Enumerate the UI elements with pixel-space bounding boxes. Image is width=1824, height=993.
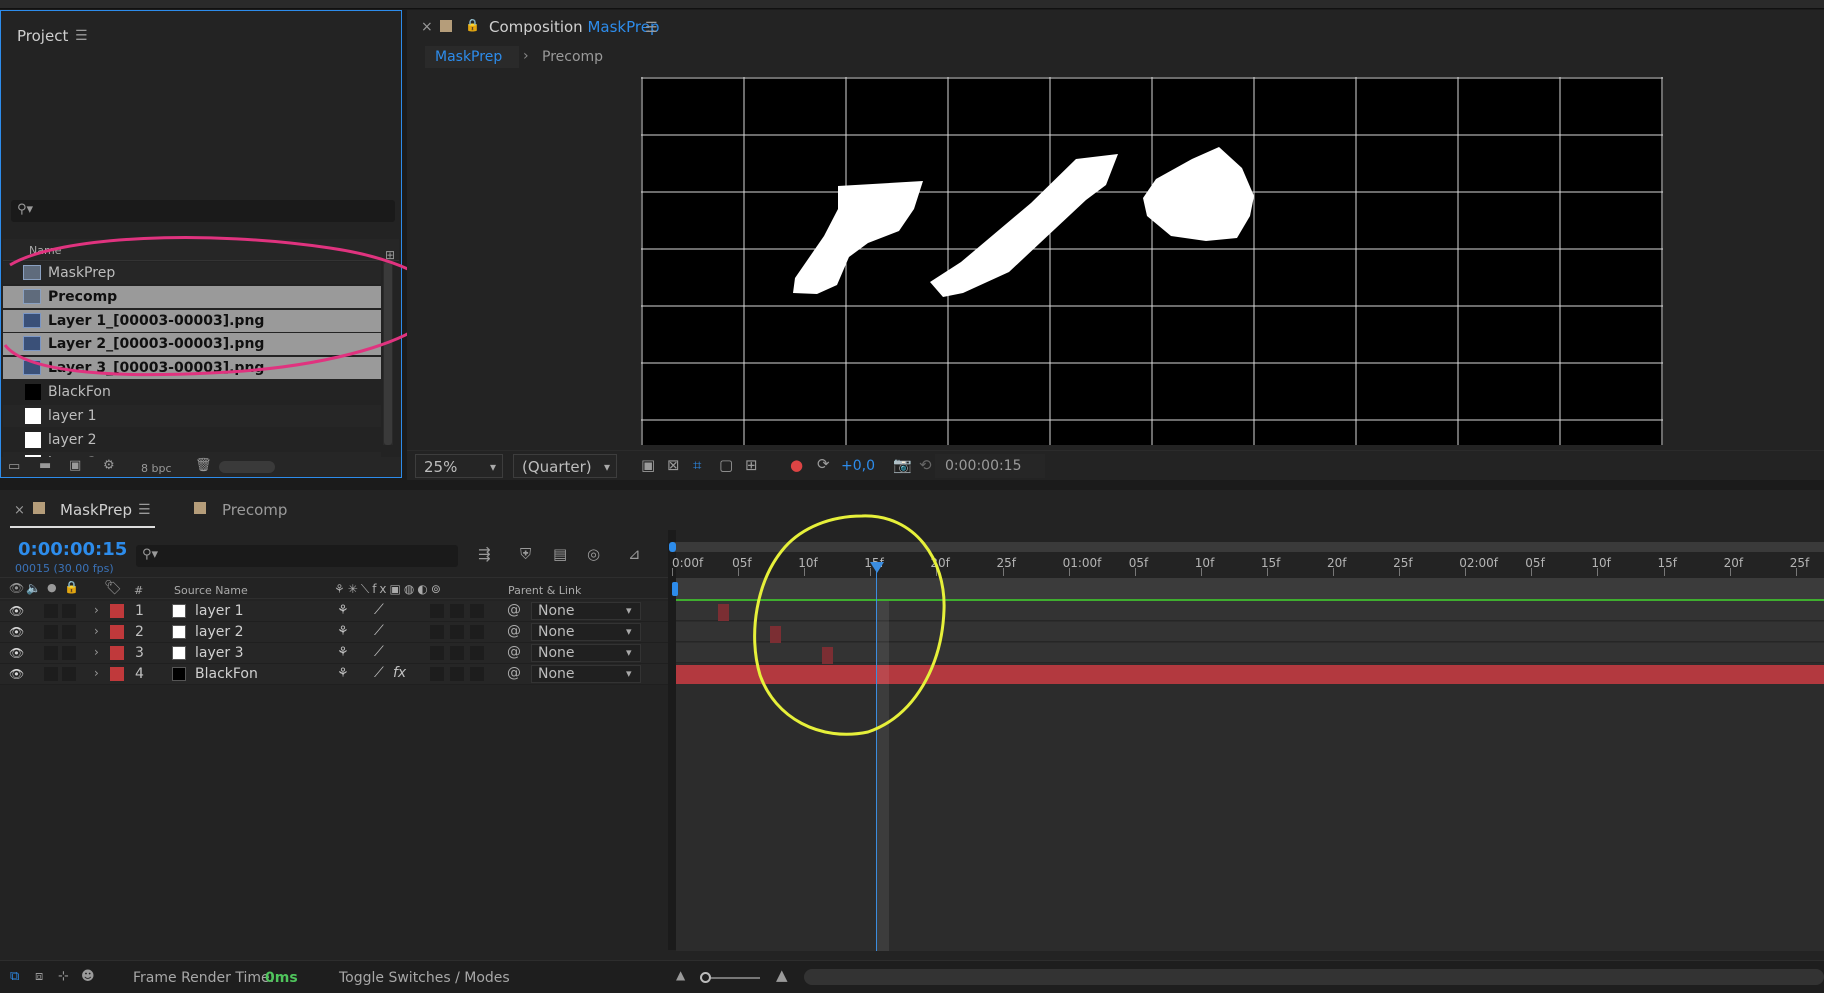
yellow-annotation-circle	[753, 514, 946, 736]
